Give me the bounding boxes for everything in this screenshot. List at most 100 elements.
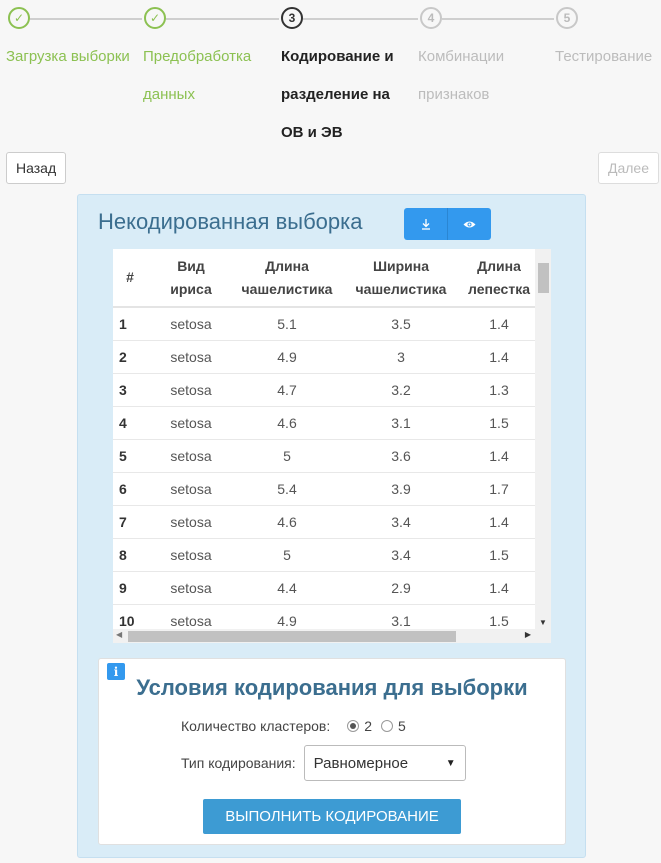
run-encoding-button[interactable]: ВЫПОЛНИТЬ КОДИРОВАНИЕ (203, 799, 461, 834)
header-text: лепестка (468, 280, 530, 297)
scrollbar-thumb[interactable] (538, 263, 549, 293)
table-cell: 1.4 (463, 439, 535, 473)
scroll-right-arrow-icon[interactable]: ▶ (525, 630, 531, 639)
table-row[interactable]: 2 setosa 4.9 3 1.4 (113, 340, 535, 374)
panel-actions (404, 208, 491, 240)
table-cell: 3.2 (339, 373, 463, 407)
table-cell: 4.7 (235, 373, 339, 407)
step-connector (303, 18, 418, 20)
step-label-line: признаков (418, 86, 490, 103)
table-cell: 7 (113, 505, 147, 539)
horizontal-scrollbar[interactable]: ◀ ▶ (113, 629, 551, 643)
step-label-line: Тестирование (555, 48, 653, 65)
download-button[interactable] (404, 208, 448, 240)
table-row[interactable]: 9 setosa 4.4 2.9 1.4 (113, 571, 535, 605)
step-label-line: Кодирование и (281, 48, 394, 65)
table-row[interactable]: 7 setosa 4.6 3.4 1.4 (113, 505, 535, 539)
header-text: Длина (265, 257, 309, 274)
table-cell: 3 (113, 373, 147, 407)
column-header[interactable]: Длина чашелистика (235, 249, 339, 308)
table-cell: setosa (147, 340, 235, 374)
column-header[interactable]: Ширина чашелистика (339, 249, 463, 308)
table-row[interactable]: 4 setosa 4.6 3.1 1.5 (113, 406, 535, 440)
header-text: ириса (170, 280, 212, 297)
step-5-label[interactable]: Тестирование (555, 38, 652, 76)
select-value: Равномерное (313, 754, 409, 772)
table-cell: 1.4 (463, 505, 535, 539)
table-cell: 4.9 (235, 340, 339, 374)
cluster-option-label[interactable]: 5 (398, 718, 406, 734)
column-header[interactable]: Вид ириса (147, 249, 235, 308)
clusters-row: Количество кластеров: 2 5 (181, 718, 406, 734)
next-button[interactable]: Далее (598, 152, 660, 184)
column-header[interactable]: Длина лепестка (463, 249, 535, 308)
table-row[interactable]: 3 setosa 4.7 3.2 1.3 (113, 373, 535, 407)
scrollbar-thumb[interactable] (128, 631, 456, 642)
cluster-option-label[interactable]: 2 (364, 718, 372, 734)
table-cell: 1.7 (463, 472, 535, 506)
step-1-check-icon[interactable]: ✓ (8, 7, 30, 29)
header-text: Ширина (372, 257, 430, 274)
table-cell: 3.9 (339, 472, 463, 506)
table-cell: 9 (113, 571, 147, 605)
step-3-indicator[interactable]: 3 (281, 7, 303, 29)
step-1-label[interactable]: Загрузка выборки (6, 38, 130, 76)
dataset-panel: Некодированная выборка # Вид ириса Длина ч… (77, 194, 586, 858)
table-cell: 1.4 (463, 340, 535, 374)
step-4-indicator[interactable]: 4 (420, 7, 442, 29)
table-cell: setosa (147, 472, 235, 506)
step-label-line: разделение на (281, 86, 390, 103)
table-cell: 5.4 (235, 472, 339, 506)
table-cell: 5 (235, 538, 339, 572)
encoding-type-row: Тип кодирования: Равномерное ▼ (181, 745, 466, 781)
download-icon (421, 218, 430, 230)
back-button[interactable]: Назад (6, 152, 67, 184)
table-cell: setosa (147, 505, 235, 539)
table-cell: 4.6 (235, 406, 339, 440)
encoding-type-label: Тип кодирования: (181, 755, 296, 771)
cluster-radio-2[interactable] (347, 720, 360, 732)
conditions-title: Условия кодирования для выборки (136, 675, 528, 700)
table-cell: setosa (147, 538, 235, 572)
table-row[interactable]: 8 setosa 5 3.4 1.5 (113, 538, 535, 572)
table-cell: 1.5 (463, 538, 535, 572)
encoding-conditions-box: i Условия кодирования для выборки Количе… (98, 658, 566, 845)
step-3-label[interactable]: Кодирование и разделение на ОВ и ЭВ (281, 38, 394, 152)
wizard-stepper: ✓ ✓ 3 4 5 Загрузка выборки Предобработка… (0, 0, 661, 150)
vertical-scrollbar[interactable]: ▼ (535, 249, 551, 629)
header-text: # (126, 269, 134, 285)
table-row[interactable]: 6 setosa 5.4 3.9 1.7 (113, 472, 535, 506)
step-label-line: Предобработка (143, 48, 252, 65)
table-cell: 8 (113, 538, 147, 572)
column-header[interactable]: # (113, 249, 147, 308)
table-cell: 5 (113, 439, 147, 473)
table-cell: 5 (235, 439, 339, 473)
encoding-type-select[interactable]: Равномерное ▼ (303, 745, 466, 781)
scroll-left-arrow-icon[interactable]: ◀ (116, 630, 122, 639)
table-row[interactable]: 1 setosa 5.1 3.5 1.4 (113, 307, 535, 341)
cluster-radio-5[interactable] (381, 720, 394, 732)
table-row[interactable]: 5 setosa 5 3.6 1.4 (113, 439, 535, 473)
table-cell: 6 (113, 472, 147, 506)
panel-title: Некодированная выборка (98, 209, 363, 234)
eye-icon (463, 221, 476, 227)
clusters-label: Количество кластеров: (181, 718, 331, 734)
table-cell: 2.9 (339, 571, 463, 605)
step-label-line: Загрузка выборки (6, 48, 130, 65)
step-connector (442, 18, 554, 20)
table-header-row: # Вид ириса Длина чашелистика Ширина чашели… (113, 249, 535, 308)
view-button[interactable] (448, 208, 491, 240)
scroll-down-arrow-icon[interactable]: ▼ (539, 618, 547, 627)
data-table: # Вид ириса Длина чашелистика Ширина чашели… (113, 249, 535, 638)
step-5-indicator[interactable]: 5 (556, 7, 578, 29)
table-cell: 1.3 (463, 373, 535, 407)
table-cell: 3 (339, 340, 463, 374)
table-cell: setosa (147, 373, 235, 407)
step-2-check-icon[interactable]: ✓ (144, 7, 166, 29)
data-table-container[interactable]: # Вид ириса Длина чашелистика Ширина чашели… (113, 249, 551, 643)
step-label-line: данных (143, 86, 195, 103)
table-cell: setosa (147, 307, 235, 341)
step-2-label[interactable]: Предобработка данных (143, 38, 251, 114)
step-4-label[interactable]: Комбинации признаков (418, 38, 504, 114)
table-cell: setosa (147, 406, 235, 440)
